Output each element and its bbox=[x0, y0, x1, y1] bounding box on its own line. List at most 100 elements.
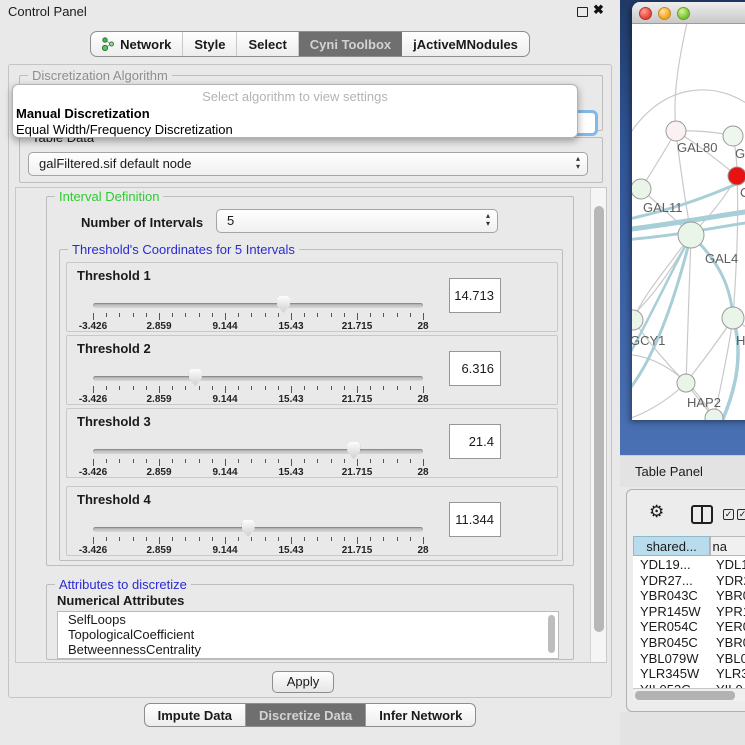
network-edge[interactable] bbox=[686, 318, 733, 383]
table-rows: YDL19...YDL1YDR27...YDR2YBR043CYBR0YPR14… bbox=[633, 557, 745, 688]
column-header-shared-name[interactable]: shared... bbox=[633, 536, 710, 556]
network-node-gal4[interactable] bbox=[678, 222, 704, 248]
threshold-value-field[interactable]: 11.344 bbox=[449, 502, 501, 537]
table-row[interactable]: YPR145WYPR1 bbox=[633, 604, 745, 620]
tick-mark bbox=[238, 459, 239, 463]
numerical-attributes-list[interactable]: SelfLoopsTopologicalCoefficientBetweenne… bbox=[57, 611, 559, 659]
tick-mark bbox=[251, 313, 252, 317]
slider-tick-labels: -3.4262.8599.14415.4321.71528 bbox=[93, 321, 423, 332]
table-data-combobox[interactable]: galFiltered.sif default node ▴▾ bbox=[28, 152, 588, 176]
float-window-icon[interactable] bbox=[577, 7, 588, 17]
bottom-tab-bar: Impute DataDiscretize DataInfer Network bbox=[0, 703, 620, 727]
network-edge[interactable] bbox=[675, 24, 688, 131]
network-edge[interactable] bbox=[632, 383, 686, 420]
tab-label: Style bbox=[194, 37, 225, 52]
slider-ticks bbox=[93, 313, 423, 321]
network-node-gal80[interactable] bbox=[666, 121, 686, 141]
node-label: GAL80 bbox=[677, 140, 717, 155]
mac-close-button[interactable] bbox=[639, 7, 652, 20]
network-edge[interactable] bbox=[633, 235, 691, 320]
attribute-item-topologicalcoefficient[interactable]: TopologicalCoefficient bbox=[58, 627, 558, 642]
slider-thumb[interactable] bbox=[189, 369, 202, 386]
tab-discretize-data[interactable]: Discretize Data bbox=[246, 704, 366, 726]
table-row[interactable]: YBR043CYBR0 bbox=[633, 588, 745, 604]
tab-network[interactable]: Network bbox=[91, 32, 183, 56]
slider-track[interactable] bbox=[93, 376, 423, 381]
attribute-item-selfloops[interactable]: SelfLoops bbox=[58, 612, 558, 627]
algorithm-option-equal-width-frequency-discretization[interactable]: Equal Width/Frequency Discretization bbox=[16, 122, 233, 137]
network-edge[interactable] bbox=[733, 176, 738, 318]
checkbox-icon[interactable]: ✓ bbox=[723, 509, 734, 520]
network-edge-highlighted[interactable] bbox=[691, 235, 733, 318]
node-label: GAL4 bbox=[705, 251, 738, 266]
network-canvas[interactable]: GAL80GACGAL11GAL4GCY1HHAP2 bbox=[632, 24, 745, 420]
network-node-h[interactable] bbox=[722, 307, 744, 329]
tick-label: 2.859 bbox=[146, 467, 171, 478]
slider-thumb[interactable] bbox=[242, 520, 255, 537]
network-edge[interactable] bbox=[632, 235, 691, 326]
slider-track[interactable] bbox=[93, 303, 423, 308]
table-row[interactable]: YBR045CYBR0 bbox=[633, 635, 745, 651]
threshold-value-field[interactable]: 6.316 bbox=[449, 351, 501, 386]
horizontal-scrollbar[interactable] bbox=[633, 688, 745, 701]
tick-mark bbox=[225, 537, 226, 544]
slider-track[interactable] bbox=[93, 527, 423, 532]
tick-label: 15.43 bbox=[278, 394, 303, 405]
network-node-hap2[interactable] bbox=[677, 374, 695, 392]
apply-button[interactable]: Apply bbox=[272, 671, 334, 693]
column-header-name[interactable]: na bbox=[710, 536, 745, 556]
checkbox-icon[interactable]: ✓ bbox=[737, 509, 745, 520]
tick-mark bbox=[317, 459, 318, 463]
attribute-item-betweennesscentrality[interactable]: BetweennessCentrality bbox=[58, 642, 558, 657]
tick-mark bbox=[172, 537, 173, 541]
tab-cyni-toolbox[interactable]: Cyni Toolbox bbox=[299, 32, 402, 56]
split-view-icon[interactable] bbox=[691, 505, 713, 524]
vertical-scrollbar-thumb[interactable] bbox=[594, 206, 604, 632]
slider-track[interactable] bbox=[93, 449, 423, 454]
mac-zoom-button[interactable] bbox=[677, 7, 690, 20]
tick-mark bbox=[133, 313, 134, 317]
tick-mark bbox=[423, 537, 424, 544]
threshold-value-field[interactable]: 21.4 bbox=[449, 424, 501, 459]
network-node-gal11[interactable] bbox=[632, 179, 651, 199]
tick-mark bbox=[119, 459, 120, 463]
tick-label: -3.426 bbox=[79, 321, 107, 332]
network-node-gcy1[interactable] bbox=[632, 310, 643, 330]
vertical-scrollbar[interactable] bbox=[590, 188, 606, 662]
tick-mark bbox=[331, 459, 332, 463]
gear-icon[interactable]: ⚙ bbox=[649, 503, 664, 520]
tick-label: 21.715 bbox=[342, 545, 373, 556]
network-node-c[interactable] bbox=[728, 167, 745, 185]
number-of-intervals-combobox[interactable]: 5 ▴▾ bbox=[216, 209, 498, 233]
tick-label: -3.426 bbox=[79, 394, 107, 405]
table-row[interactable]: YBL079WYBL0 bbox=[633, 651, 745, 667]
network-node-ga[interactable] bbox=[723, 126, 743, 146]
network-graph: GAL80GACGAL11GAL4GCY1HHAP2 bbox=[632, 24, 745, 420]
tab-impute-data[interactable]: Impute Data bbox=[145, 704, 246, 726]
tab-infer-network[interactable]: Infer Network bbox=[366, 704, 475, 726]
table-row[interactable]: YDR27...YDR2 bbox=[633, 573, 745, 589]
algorithm-dropdown-popup: Select algorithm to view settings Manual… bbox=[12, 84, 578, 138]
slider-thumb[interactable] bbox=[347, 442, 360, 459]
table-row[interactable]: YLR345WYLR3 bbox=[633, 666, 745, 682]
threshold-row-1: Threshold 1-3.4262.8599.14415.4321.71528… bbox=[66, 262, 558, 332]
tick-mark bbox=[370, 313, 371, 317]
tick-mark bbox=[185, 313, 186, 317]
horizontal-scrollbar-thumb[interactable] bbox=[635, 691, 735, 700]
tick-mark bbox=[133, 386, 134, 390]
threshold-value-field[interactable]: 14.713 bbox=[449, 278, 501, 313]
tick-mark bbox=[344, 537, 345, 541]
tab-jactivemnodules[interactable]: jActiveMNodules bbox=[402, 32, 529, 56]
list-scrollbar-thumb[interactable] bbox=[548, 615, 555, 653]
close-icon[interactable]: ✖ bbox=[593, 2, 604, 18]
thresholds-group-title: Threshold's Coordinates for 5 Intervals bbox=[68, 242, 299, 257]
algorithm-option-manual-discretization[interactable]: Manual Discretization bbox=[16, 106, 150, 121]
tab-select[interactable]: Select bbox=[237, 32, 298, 56]
tick-mark bbox=[291, 537, 292, 544]
slider-thumb[interactable] bbox=[277, 296, 290, 313]
mac-minimize-button[interactable] bbox=[658, 7, 671, 20]
table-row[interactable]: YDL19...YDL1 bbox=[633, 557, 745, 573]
table-row[interactable]: YER054CYER0 bbox=[633, 619, 745, 635]
tab-style[interactable]: Style bbox=[183, 32, 237, 56]
tick-mark bbox=[344, 459, 345, 463]
